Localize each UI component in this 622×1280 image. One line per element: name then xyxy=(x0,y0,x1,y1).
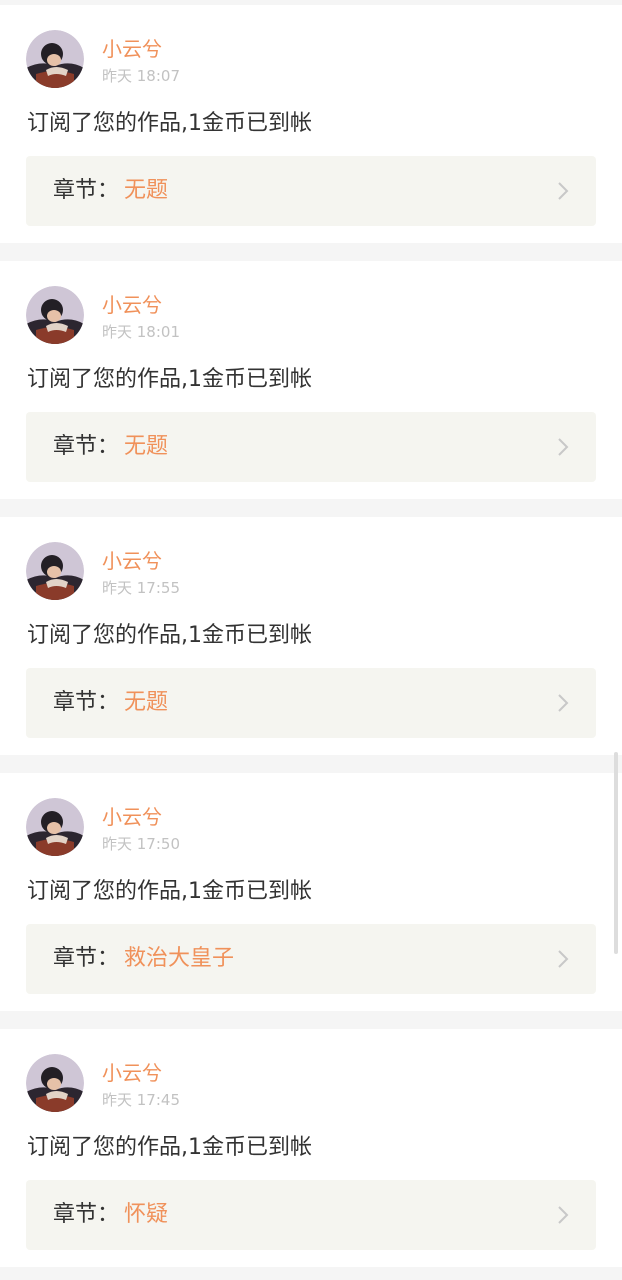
chevron-right-icon xyxy=(558,694,569,712)
username[interactable]: 小云兮 xyxy=(102,293,162,317)
notification-card: 小云兮 昨天 18:01 订阅了您的作品,1金币已到帐 章节： 无题 xyxy=(0,261,622,499)
scrollbar[interactable] xyxy=(614,752,618,954)
chapter-link[interactable]: 章节： 救治大皇子 xyxy=(26,924,596,994)
user-avatar-icon[interactable] xyxy=(26,542,84,600)
chapter-label: 章节： xyxy=(53,1202,120,1227)
chevron-right-icon xyxy=(558,438,569,456)
chapter-label: 章节： xyxy=(53,178,120,203)
username[interactable]: 小云兮 xyxy=(102,37,162,61)
chapter-link[interactable]: 章节： 无题 xyxy=(26,668,596,738)
chevron-right-icon xyxy=(558,1206,569,1224)
notification-message: 订阅了您的作品,1金币已到帐 xyxy=(27,879,312,904)
notification-message: 订阅了您的作品,1金币已到帐 xyxy=(27,111,312,136)
chapter-link[interactable]: 章节： 无题 xyxy=(26,156,596,226)
timestamp: 昨天 17:55 xyxy=(102,579,180,597)
user-avatar-icon[interactable] xyxy=(26,286,84,344)
user-avatar-icon[interactable] xyxy=(26,30,84,88)
timestamp: 昨天 17:45 xyxy=(102,1091,180,1109)
timestamp: 昨天 17:50 xyxy=(102,835,180,853)
chapter-label: 章节： xyxy=(53,434,120,459)
notification-message: 订阅了您的作品,1金币已到帐 xyxy=(27,367,312,392)
notification-list: 小云兮 昨天 18:07 订阅了您的作品,1金币已到帐 章节： 无题 小云兮 昨… xyxy=(0,0,622,1280)
notification-message: 订阅了您的作品,1金币已到帐 xyxy=(27,623,312,648)
username[interactable]: 小云兮 xyxy=(102,1061,162,1085)
chapter-label: 章节： xyxy=(53,690,120,715)
chapter-title: 怀疑 xyxy=(124,1202,169,1227)
chapter-title: 无题 xyxy=(124,178,169,203)
notification-card: 小云兮 昨天 17:45 订阅了您的作品,1金币已到帐 章节： 怀疑 xyxy=(0,1029,622,1267)
notification-message: 订阅了您的作品,1金币已到帐 xyxy=(27,1135,312,1160)
user-avatar-icon[interactable] xyxy=(26,1054,84,1112)
timestamp: 昨天 18:07 xyxy=(102,67,180,85)
chapter-label: 章节： xyxy=(53,946,120,971)
chapter-title: 救治大皇子 xyxy=(124,946,235,971)
chapter-title: 无题 xyxy=(124,434,169,459)
timestamp: 昨天 18:01 xyxy=(102,323,180,341)
chapter-title: 无题 xyxy=(124,690,169,715)
chapter-link[interactable]: 章节： 无题 xyxy=(26,412,596,482)
user-avatar-icon[interactable] xyxy=(26,798,84,856)
notification-card: 小云兮 昨天 18:07 订阅了您的作品,1金币已到帐 章节： 无题 xyxy=(0,5,622,243)
notification-card: 小云兮 昨天 17:55 订阅了您的作品,1金币已到帐 章节： 无题 xyxy=(0,517,622,755)
chevron-right-icon xyxy=(558,182,569,200)
chapter-link[interactable]: 章节： 怀疑 xyxy=(26,1180,596,1250)
chevron-right-icon xyxy=(558,950,569,968)
username[interactable]: 小云兮 xyxy=(102,805,162,829)
username[interactable]: 小云兮 xyxy=(102,549,162,573)
notification-card: 小云兮 昨天 17:50 订阅了您的作品,1金币已到帐 章节： 救治大皇子 xyxy=(0,773,622,1011)
